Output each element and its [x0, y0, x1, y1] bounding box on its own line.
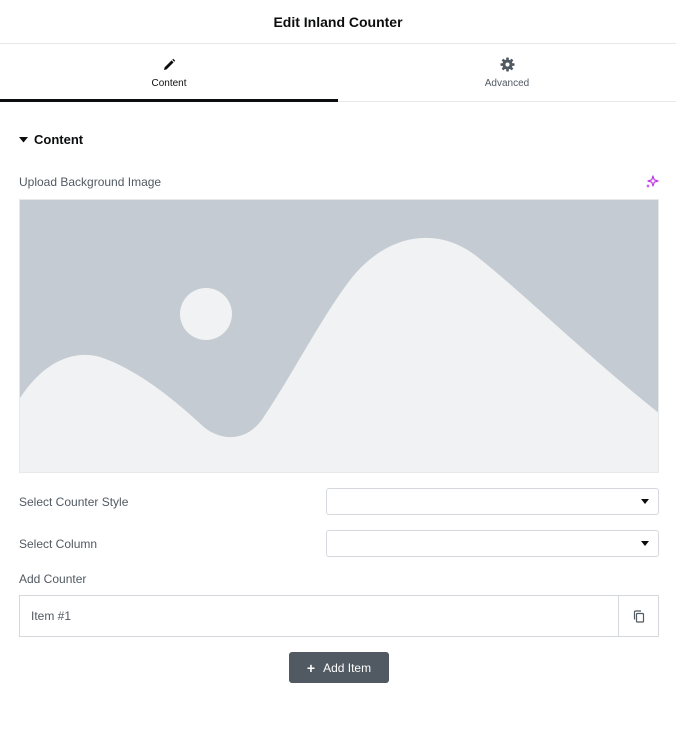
- image-placeholder[interactable]: [19, 199, 659, 473]
- section-title: Content: [34, 132, 84, 147]
- column-select[interactable]: [326, 530, 659, 557]
- tab-advanced-label: Advanced: [484, 77, 530, 89]
- copy-icon: [633, 609, 644, 623]
- gear-icon: [499, 57, 515, 73]
- counter-style-select[interactable]: [326, 488, 659, 515]
- image-placeholder-graphic: [20, 200, 658, 472]
- repeater-item-title[interactable]: Item #1: [20, 596, 618, 636]
- ai-sparkle-icon[interactable]: [645, 175, 659, 189]
- counter-style-label: Select Counter Style: [19, 495, 129, 509]
- column-label: Select Column: [19, 537, 98, 551]
- chevron-down-icon: [641, 541, 649, 546]
- repeater-item: Item #1: [19, 595, 659, 637]
- caret-down-icon: [19, 135, 29, 145]
- section-toggle[interactable]: Content: [19, 132, 83, 147]
- add-item-label: Add Item: [323, 660, 372, 675]
- pencil-icon: [161, 57, 177, 73]
- add-item-button[interactable]: + Add Item: [289, 652, 389, 683]
- tab-bar: Content Advanced: [0, 44, 676, 102]
- plus-icon: +: [306, 659, 316, 676]
- tab-content-label: Content: [151, 77, 187, 89]
- tab-content[interactable]: Content: [0, 44, 338, 102]
- add-counter-label: Add Counter: [19, 572, 87, 586]
- tab-advanced[interactable]: Advanced: [338, 44, 676, 101]
- duplicate-button[interactable]: [618, 596, 658, 636]
- panel-title: Edit Inland Counter: [273, 13, 403, 30]
- panel-header: Edit Inland Counter: [0, 0, 676, 44]
- chevron-down-icon: [641, 499, 649, 504]
- upload-background-label: Upload Background Image: [19, 175, 162, 189]
